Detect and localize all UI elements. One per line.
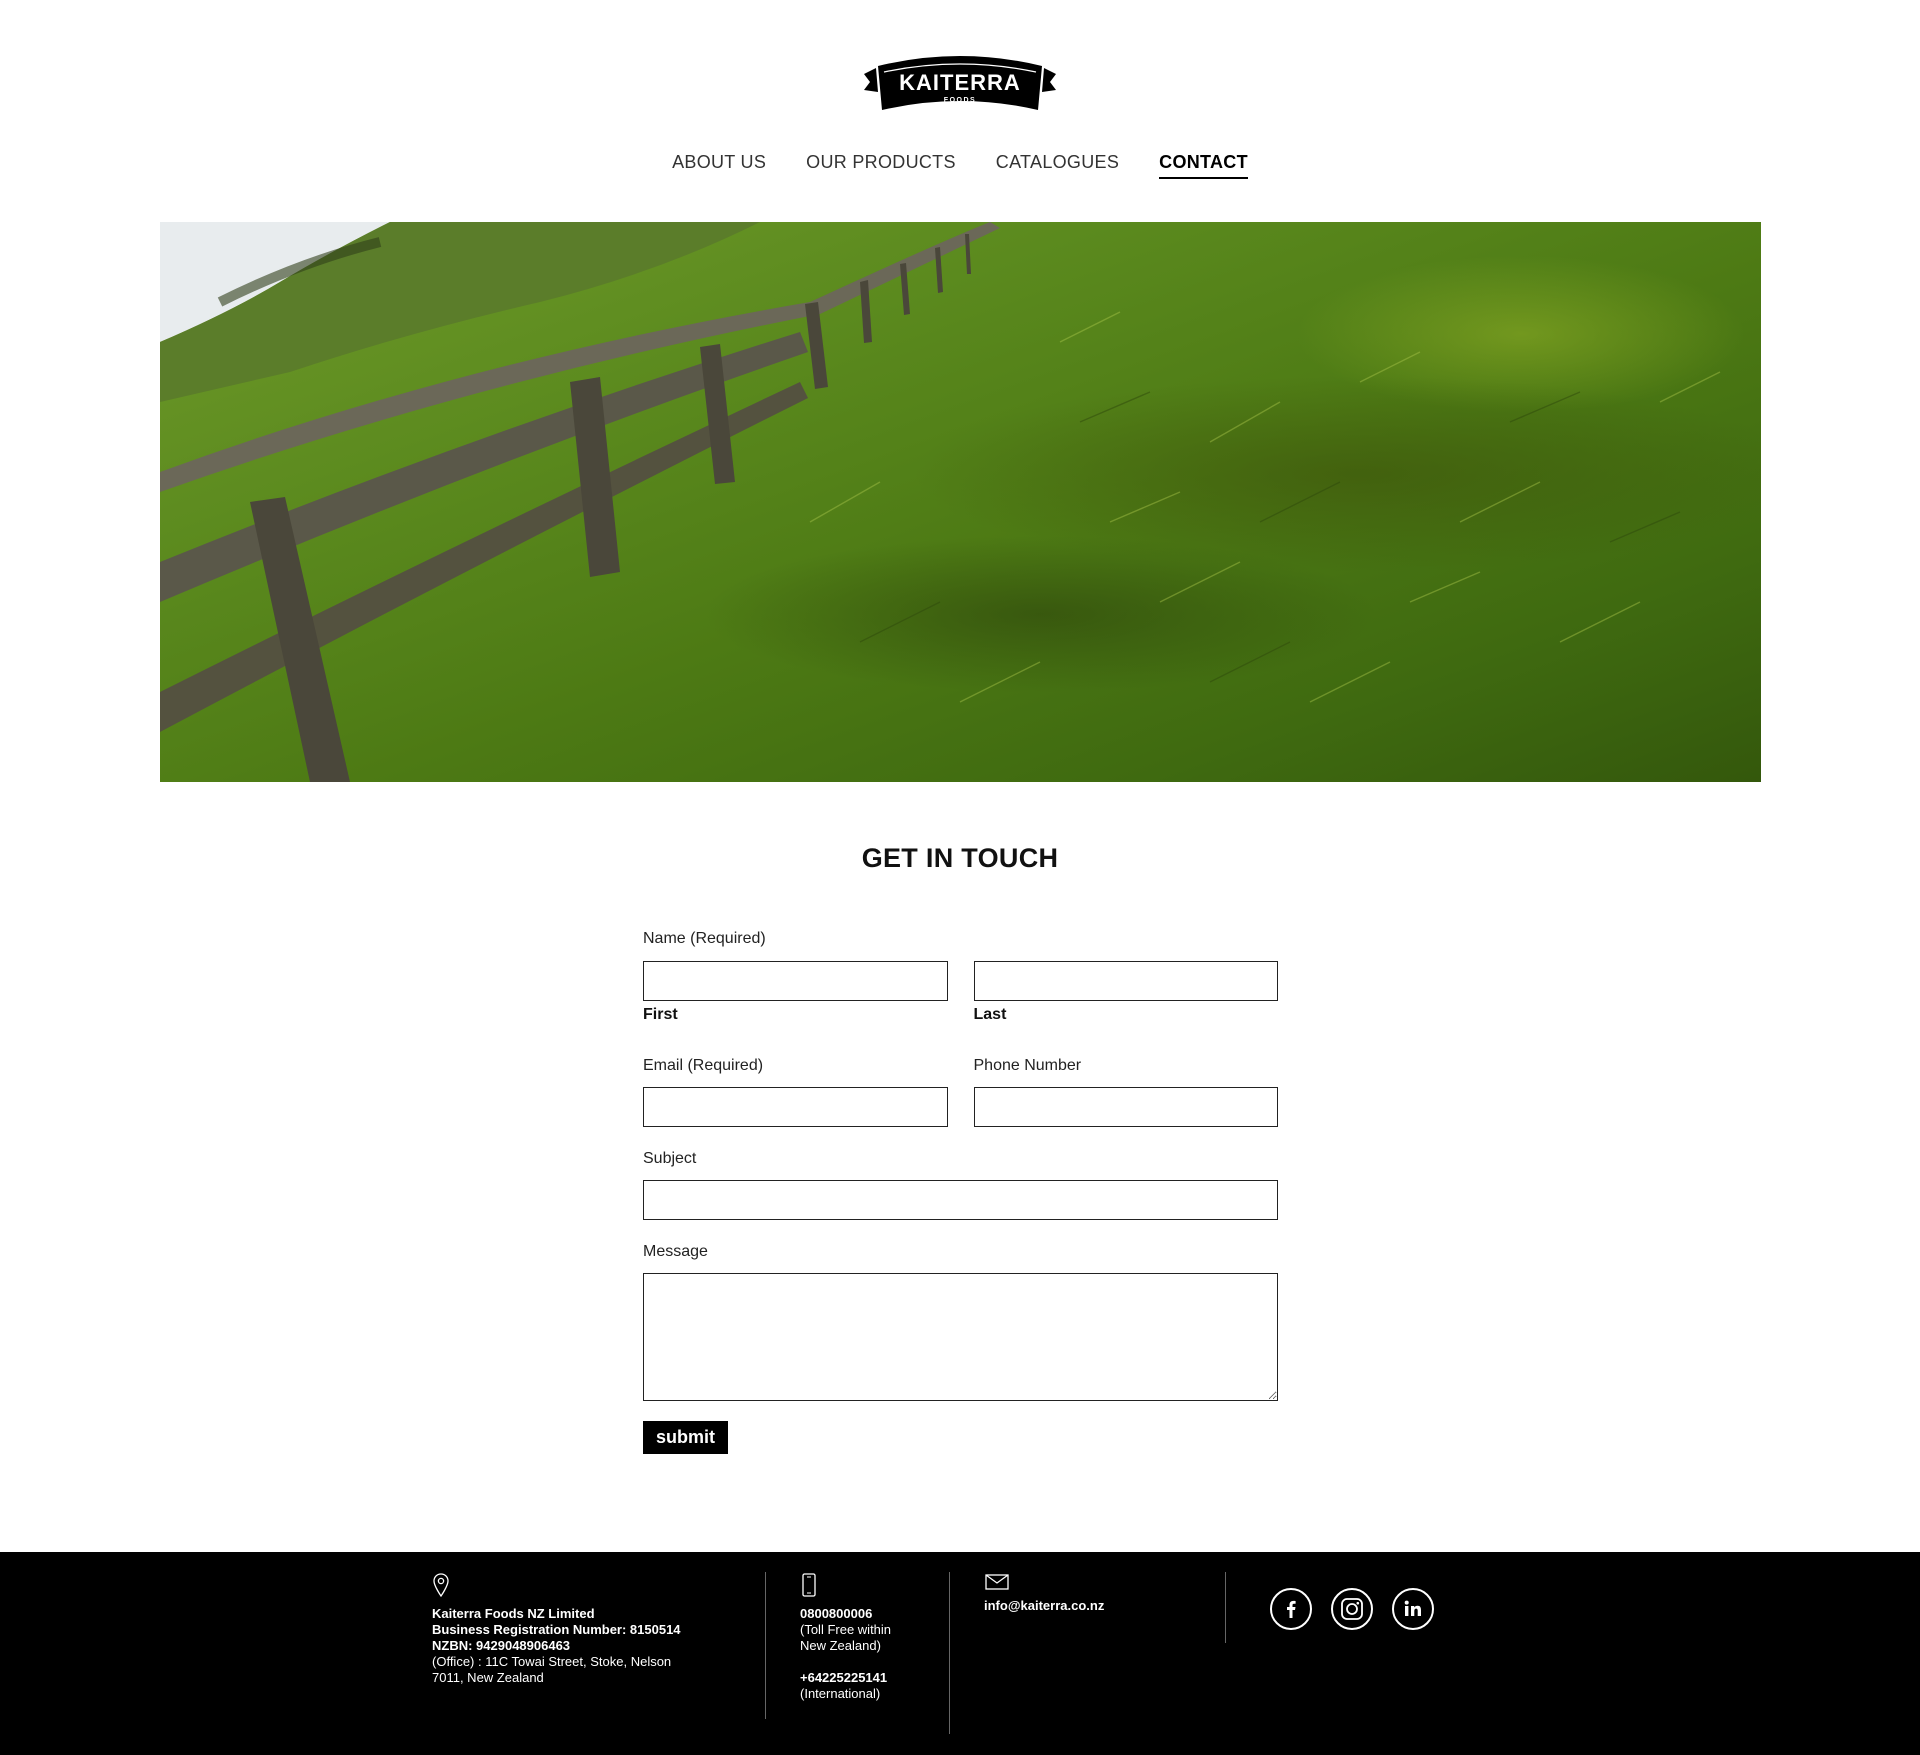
footer-divider-1 [765,1572,766,1719]
first-name-input[interactable] [643,961,948,1001]
linkedin-button[interactable] [1392,1588,1434,1630]
svg-text:FOODS: FOODS [944,97,976,104]
first-name-sublabel: First [643,1006,678,1023]
envelope-icon [985,1574,1009,1590]
nzbn-number: NZBN: 9429048906463 [432,1638,571,1653]
last-name-sublabel: Last [973,1006,1007,1023]
footer-divider-2 [949,1572,950,1734]
footer-divider-3 [1225,1572,1226,1643]
facebook-button[interactable] [1270,1588,1312,1630]
email-address[interactable]: info@kaiterra.co.nz [984,1598,1104,1614]
office-address-line2: 7011, New Zealand [432,1670,544,1685]
instagram-icon [1341,1598,1363,1620]
submit-button[interactable]: submit [643,1421,729,1454]
company-name: Kaiterra Foods NZ Limited [432,1606,595,1621]
nav-about-us[interactable]: ABOUT US [672,152,766,179]
phone-spacer [800,1654,891,1670]
phone-label: Phone Number [973,1057,1082,1074]
nav-catalogues[interactable]: CATALOGUES [996,152,1119,179]
contact-title: GET IN TOUCH [861,843,1059,873]
tollfree-note-2: New Zealand) [800,1638,881,1653]
first-name-col: First [643,961,948,1024]
footer-phone: 0800800006 (Toll Free within New Zealand… [800,1572,891,1702]
kaiterra-logo[interactable]: KAITERRA FOODS [858,48,1062,124]
subject-label: Subject [643,1150,697,1167]
main-nav: ABOUT US OUR PRODUCTS CATALOGUES CONTACT [0,152,1920,179]
footer-address: Kaiterra Foods NZ Limited Business Regis… [432,1572,681,1686]
phone-input[interactable] [973,1087,1278,1127]
business-registration: Business Registration Number: 8150514 [432,1622,681,1637]
message-textarea[interactable] [643,1273,1278,1401]
instagram-button[interactable] [1331,1588,1373,1630]
name-row: First Last [643,961,1278,1024]
message-label: Message [643,1243,708,1260]
tollfree-note-1: (Toll Free within [800,1622,892,1637]
location-pin-icon [433,1573,449,1598]
hero-image [160,222,1761,782]
last-name-input[interactable] [973,961,1278,1001]
mobile-phone-icon [802,1573,816,1597]
logo-container: KAITERRA FOODS [0,48,1920,124]
landscape-image-icon [160,222,1721,782]
international-note: (International) [800,1686,881,1701]
email-input[interactable] [643,1087,948,1127]
email-col: Email (Required) [643,1057,948,1127]
tollfree-number[interactable]: 0800800006 [800,1606,891,1622]
office-address-line1: (Office) : 11C Towai Street, Stoke, Nels… [432,1654,672,1669]
facebook-icon [1287,1600,1296,1618]
email-phone-row: Email (Required) Phone Number [643,1057,1278,1127]
nav-contact[interactable]: CONTACT [1159,152,1248,179]
nav-our-products[interactable]: OUR PRODUCTS [806,152,956,179]
name-label: Name (Required) [643,930,766,947]
contact-form: Name (Required) First Last Email (Requir… [643,930,1278,1454]
international-number[interactable]: +64225225141 [800,1670,891,1686]
email-label: Email (Required) [643,1057,764,1074]
footer: Kaiterra Foods NZ Limited Business Regis… [0,1552,1920,1755]
linkedin-icon [1404,1600,1421,1616]
svg-text:KAITERRA: KAITERRA [899,70,1021,95]
phone-col: Phone Number [973,1057,1278,1127]
footer-email: info@kaiterra.co.nz [984,1572,1104,1614]
subject-input[interactable] [643,1180,1278,1220]
last-name-col: Last [973,961,1278,1024]
